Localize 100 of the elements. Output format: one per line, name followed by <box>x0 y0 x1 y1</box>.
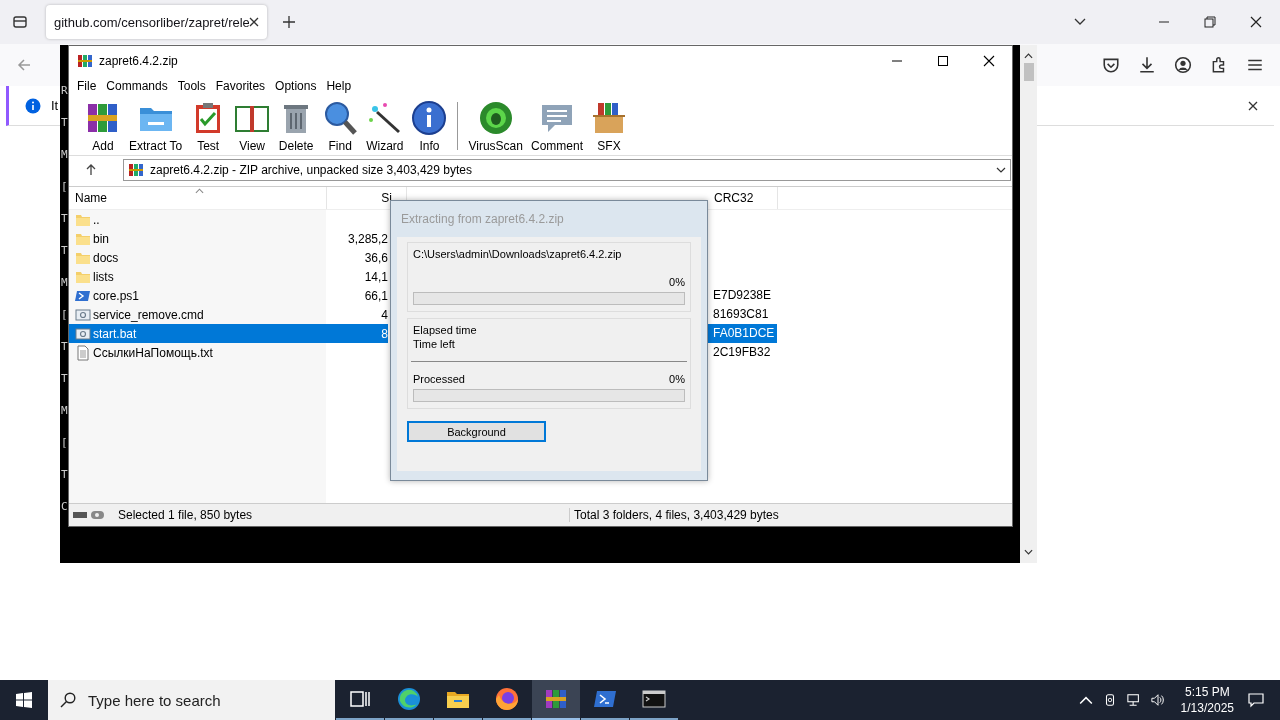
account-icon[interactable] <box>1174 56 1192 74</box>
archive-icon <box>128 162 144 178</box>
console-text: T <box>60 115 69 131</box>
menu-item[interactable]: Help <box>322 79 356 93</box>
toolbar-button[interactable]: Extract To <box>125 100 187 153</box>
file-row[interactable]: service_remove.cmd 4 <box>69 305 388 324</box>
percent-text: 0% <box>669 372 685 386</box>
column-header[interactable]: Name <box>69 187 327 209</box>
console-text: M <box>60 275 69 291</box>
console-text: T <box>60 371 69 387</box>
console-text: [ <box>60 435 69 451</box>
search-icon <box>60 692 76 708</box>
table-cell-text: E7D9238E <box>712 287 773 304</box>
windows-logo-icon[interactable] <box>16 692 32 708</box>
console-text: [ <box>60 307 69 323</box>
clock-time[interactable]: 5:15 PM <box>1184 684 1230 700</box>
terminal-icon <box>642 687 666 711</box>
volume-icon[interactable] <box>1150 693 1165 707</box>
chevron-down-icon[interactable] <box>1074 18 1086 26</box>
menu-item[interactable]: Tools <box>173 79 210 93</box>
browser-tab[interactable]: github.com/censorliber/zapret/rele <box>46 5 267 39</box>
label-text: Time left <box>413 337 456 351</box>
address-field[interactable]: zapret6.4.2.zip - ZIP archive, unpacked size 3,403,429 bytes <box>123 159 1011 181</box>
file-row[interactable]: core.ps1 66,1 <box>69 286 388 305</box>
table-cell-text: 2C19FB32 <box>712 344 772 361</box>
close-icon[interactable] <box>983 55 995 67</box>
back-arrow-icon[interactable] <box>16 57 32 73</box>
scroll-up-icon[interactable] <box>1024 53 1033 59</box>
scroll-down-icon[interactable] <box>1024 549 1033 555</box>
restore-icon[interactable] <box>1204 16 1216 28</box>
taskbar-button[interactable] <box>532 680 580 720</box>
tab-list-icon[interactable] <box>12 14 28 30</box>
file-row[interactable]: lists 14,1 <box>69 267 388 286</box>
new-tab-icon[interactable] <box>283 16 295 28</box>
toolbar-button[interactable]: VirusScan <box>464 100 527 153</box>
file-row[interactable]: docs 36,6 <box>69 248 388 267</box>
wand-icon <box>366 100 403 136</box>
maximize-icon[interactable] <box>937 55 949 67</box>
toolbar-button[interactable]: Test <box>186 100 231 153</box>
toolbar-button[interactable]: Info <box>407 100 452 153</box>
pocket-icon[interactable] <box>1102 56 1120 74</box>
file-path: C:\Users\admin\Downloads\zapret6.4.2.zip <box>413 247 623 261</box>
close-icon[interactable] <box>1248 100 1258 111</box>
table-cell-text: 81693C81 <box>712 306 770 323</box>
console-text: M <box>60 147 69 163</box>
info-icon <box>411 100 448 136</box>
toolbar-button[interactable]: Wizard <box>362 100 408 153</box>
console-text: R <box>60 83 69 99</box>
label-text: Processed <box>413 372 465 386</box>
menu-item[interactable]: Options <box>271 79 321 93</box>
close-icon[interactable] <box>249 17 259 27</box>
scroll-thumb[interactable] <box>1023 63 1034 81</box>
magnifier-icon <box>322 100 359 136</box>
browser-icon <box>397 687 421 711</box>
network-icon[interactable] <box>1126 693 1141 707</box>
console-text: [ <box>60 179 69 195</box>
toolbar-button[interactable]: Delete <box>274 100 319 153</box>
menu-item[interactable]: Commands <box>102 79 172 93</box>
browser-icon <box>495 687 519 711</box>
dropdown-icon[interactable] <box>996 167 1006 173</box>
box-icon <box>591 100 627 136</box>
file-row[interactable]: start.bat 8 <box>69 324 388 343</box>
status-text: Total 3 folders, 4 files, 3,403,429 bytes <box>569 508 779 522</box>
toolbar-button[interactable]: Add <box>81 100 125 153</box>
scrollbar[interactable] <box>1020 45 1037 563</box>
up-arrow-icon[interactable] <box>85 164 97 176</box>
notification-icon[interactable] <box>1248 692 1264 708</box>
drive-icon <box>73 509 105 521</box>
menu-item[interactable]: File <box>73 79 101 93</box>
console-text: M <box>60 403 69 419</box>
dialog-title: Extracting from zapret6.4.2.zip <box>400 211 565 228</box>
toolbar-button[interactable]: Find <box>318 100 363 153</box>
file-row[interactable]: .. <box>69 210 388 229</box>
console-text: T <box>60 243 69 259</box>
close-icon[interactable] <box>1250 16 1262 28</box>
console-text: T <box>60 211 69 227</box>
console-text: C <box>60 499 69 515</box>
toolbar-button[interactable]: Comment <box>526 100 587 153</box>
table-cell: FA0B1DCE <box>707 324 777 343</box>
toolbar-button[interactable]: SFX <box>587 100 631 153</box>
info-icon <box>25 97 41 114</box>
file-row[interactable]: bin 3,285,2 <box>69 229 388 248</box>
download-icon[interactable] <box>1138 56 1156 74</box>
archive-icon <box>544 687 568 711</box>
toolbar-button[interactable]: View <box>230 100 275 153</box>
console-text: T <box>60 339 69 355</box>
file-row[interactable]: СсылкиНаПомощь.txt <box>69 343 388 362</box>
clock-date[interactable]: 1/13/2025 <box>1180 700 1234 716</box>
search-box[interactable]: Type here to search <box>48 680 335 720</box>
notification-text: It <box>51 98 59 113</box>
label-text: Elapsed time <box>413 323 478 337</box>
archive-icon <box>77 53 93 69</box>
document-icon <box>75 344 91 361</box>
search-field[interactable]: Type here to search <box>86 690 330 710</box>
console-text: T <box>60 467 69 483</box>
background-button[interactable]: Background <box>407 421 546 442</box>
percent-text: 0% <box>669 275 685 289</box>
menu-item[interactable]: Favorites <box>211 79 270 93</box>
window-title: zapret6.4.2.zip <box>99 54 178 68</box>
status-text: Selected 1 file, 850 bytes <box>118 508 254 522</box>
